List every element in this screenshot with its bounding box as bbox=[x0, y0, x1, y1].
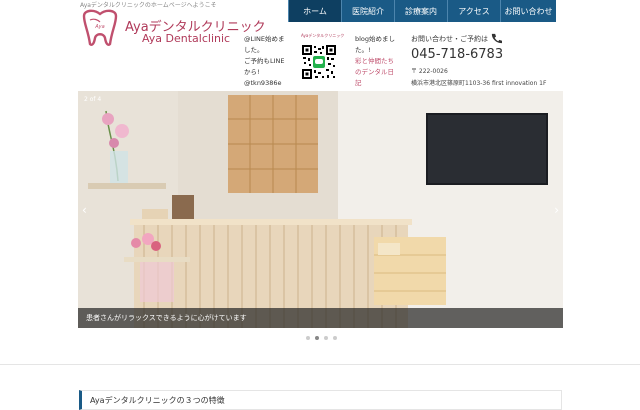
site-logo[interactable]: Aya Ayaデンタルクリニック Aya Dentalclinic bbox=[78, 8, 266, 50]
slider-prev-icon[interactable]: ‹ bbox=[82, 203, 87, 217]
slider-dot[interactable] bbox=[324, 336, 328, 340]
slider-dot[interactable] bbox=[306, 336, 310, 340]
svg-text:Aya: Aya bbox=[94, 24, 104, 30]
blog-notice-text: blog始めまし bbox=[355, 35, 396, 43]
postal-code: 〒 222-0026 bbox=[411, 68, 448, 75]
contact-label-row: お問い合わせ・ご予約は bbox=[411, 33, 546, 44]
nav-about[interactable]: 医院紹介 bbox=[341, 0, 394, 22]
features-section-heading: Ayaデンタルクリニックの３つの特徴 bbox=[79, 390, 562, 410]
address: 横浜市港北区篠原町1103-36 first innovation 1F bbox=[411, 80, 547, 87]
phone-number[interactable]: 045-718-6783 bbox=[411, 47, 546, 62]
clinic-reception-photo bbox=[78, 91, 563, 328]
blog-link[interactable]: 彩と仲間たち bbox=[355, 56, 403, 67]
section-divider bbox=[0, 364, 640, 365]
contact-label: お問い合わせ・ご予約は bbox=[411, 34, 488, 43]
line-notice-text: した。 bbox=[244, 46, 264, 54]
slider-caption: 患者さんがリラックスできるように心がけています bbox=[78, 308, 563, 328]
phone-icon bbox=[491, 33, 502, 44]
line-id: @tkn9386e bbox=[244, 79, 282, 87]
qr-logo-text: Ayaデンタルクリニック bbox=[301, 33, 345, 38]
line-notice-text: @LINE始めま bbox=[244, 35, 285, 43]
nav-home[interactable]: ホーム bbox=[288, 0, 341, 22]
nav-access[interactable]: アクセス bbox=[447, 0, 500, 22]
image-slider[interactable]: 2 of 4 ‹ › 患者さんがリラックスできるように心がけています bbox=[78, 91, 563, 328]
slider-dot[interactable] bbox=[333, 336, 337, 340]
slider-dots bbox=[306, 336, 337, 340]
blog-notice-text: た。! bbox=[355, 46, 371, 54]
tooth-logo-icon: Aya bbox=[82, 9, 118, 46]
blog-link[interactable]: 記 bbox=[355, 78, 403, 89]
contact-block: お問い合わせ・ご予約は 045-718-6783 〒 222-0026 横浜市港… bbox=[411, 33, 546, 87]
blog-notice[interactable]: blog始めまし た。! 彩と仲間たち のデンタル日 記 bbox=[355, 34, 403, 89]
slider-next-icon[interactable]: › bbox=[554, 203, 559, 217]
line-notice-text: から! bbox=[244, 68, 260, 76]
nav-services[interactable]: 診療案内 bbox=[394, 0, 447, 22]
line-notice-text: ご予約もLINE bbox=[244, 57, 285, 65]
logo-text-en: Aya Dentalclinic bbox=[142, 32, 231, 45]
nav-contact[interactable]: お問い合わせ bbox=[500, 0, 556, 22]
main-nav: ホーム 医院紹介 診療案内 アクセス お問い合わせ bbox=[288, 0, 556, 22]
slider-dot-active[interactable] bbox=[315, 336, 319, 340]
blog-link[interactable]: のデンタル日 bbox=[355, 67, 403, 78]
line-notice[interactable]: @LINE始めま した。 ご予約もLINE から! @tkn9386e bbox=[244, 34, 296, 89]
slider-counter: 2 of 4 bbox=[84, 96, 102, 103]
line-qr-code[interactable] bbox=[301, 44, 337, 80]
